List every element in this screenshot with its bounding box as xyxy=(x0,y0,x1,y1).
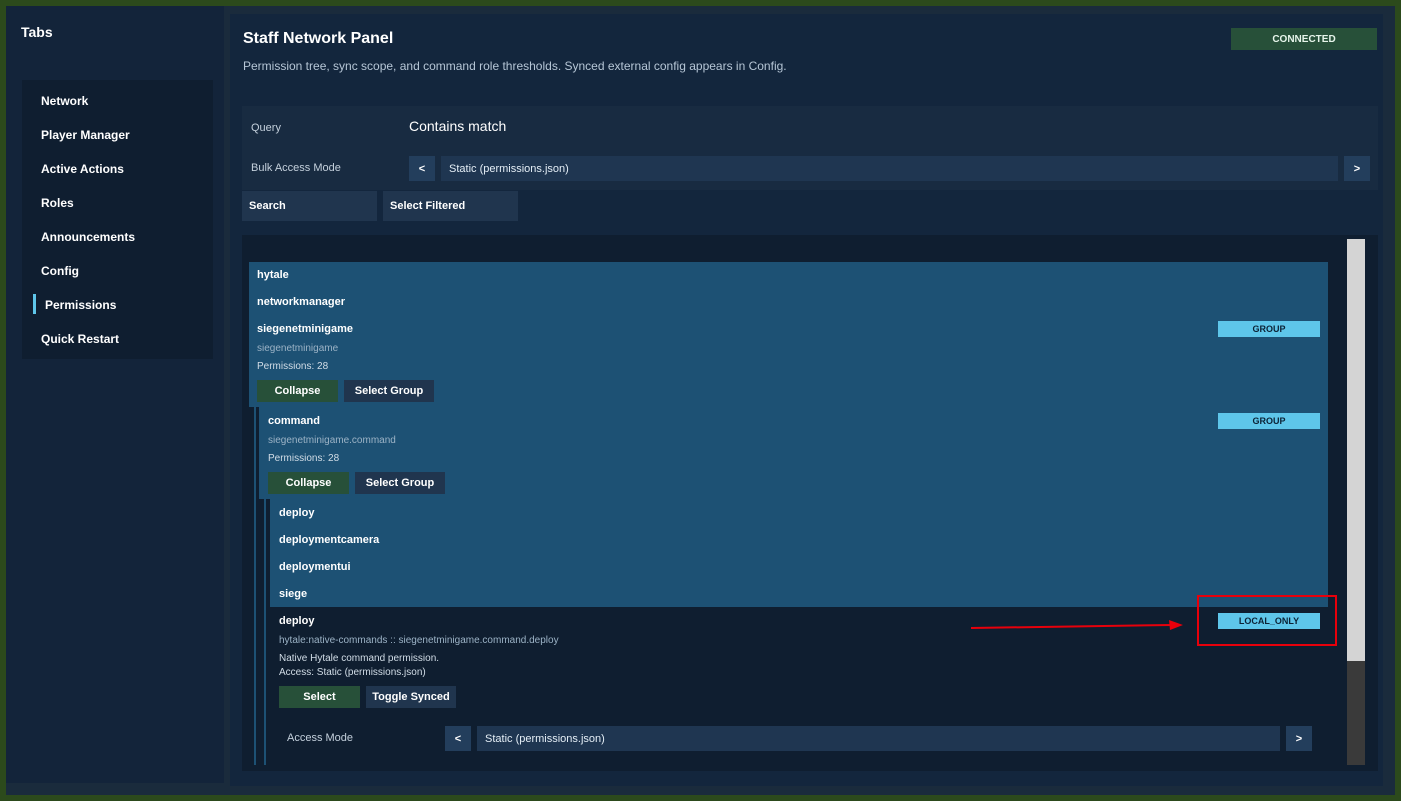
sidebar-nav: Network Player Manager Active Actions Ro… xyxy=(22,80,213,359)
group-permission-count: Permissions: 28 xyxy=(257,361,329,372)
local-only-tag: LOCAL_ONLY xyxy=(1218,613,1320,629)
tree-item-deploymentcamera[interactable]: deploymentcamera xyxy=(279,534,379,546)
group-tag: GROUP xyxy=(1218,413,1320,429)
select-group-button[interactable]: Select Group xyxy=(355,472,445,494)
group-path: siegenetminigame xyxy=(257,343,339,354)
permission-name: deploy xyxy=(279,615,315,627)
select-group-button[interactable]: Select Group xyxy=(344,380,434,402)
toggle-synced-button[interactable]: Toggle Synced xyxy=(366,686,456,708)
app-window: Tabs Network Player Manager Active Actio… xyxy=(6,6,1395,795)
main-panel: Staff Network Panel Permission tree, syn… xyxy=(230,14,1383,786)
query-section: Query Contains match Bulk Access Mode < … xyxy=(242,106,1378,190)
access-mode-select[interactable]: Static (permissions.json) xyxy=(477,726,1280,751)
sidebar-item-permissions[interactable]: Permissions xyxy=(45,298,116,312)
access-mode-next-button[interactable]: > xyxy=(1286,726,1312,751)
sidebar-item-quick-restart[interactable]: Quick Restart xyxy=(41,332,119,346)
active-tab-indicator xyxy=(33,294,36,314)
tree-guide-line xyxy=(264,499,266,765)
sidebar: Tabs Network Player Manager Active Actio… xyxy=(6,6,224,783)
collapse-button[interactable]: Collapse xyxy=(257,380,338,402)
search-button[interactable]: Search xyxy=(242,191,377,221)
sidebar-item-roles[interactable]: Roles xyxy=(41,196,74,210)
permission-tree: hytale networkmanager siegenetminigame s… xyxy=(242,235,1378,771)
group-tag: GROUP xyxy=(1218,321,1320,337)
sidebar-title: Tabs xyxy=(21,24,53,40)
permission-description: Native Hytale command permission. xyxy=(279,653,440,664)
bulk-access-mode-select[interactable]: Static (permissions.json) xyxy=(441,156,1338,181)
select-filtered-button[interactable]: Select Filtered xyxy=(383,191,518,221)
tree-item-deploymentui[interactable]: deploymentui xyxy=(279,561,351,573)
bulk-access-prev-button[interactable]: < xyxy=(409,156,435,181)
select-button[interactable]: Select xyxy=(279,686,360,708)
collapse-button[interactable]: Collapse xyxy=(268,472,349,494)
page-subtitle: Permission tree, sync scope, and command… xyxy=(243,59,787,73)
tree-item-hytale[interactable]: hytale xyxy=(257,269,289,281)
tree-highlight-children xyxy=(270,499,1328,607)
tree-guide-line xyxy=(254,407,256,765)
permission-access: Access: Static (permissions.json) xyxy=(279,667,426,678)
status-badge: CONNECTED xyxy=(1231,28,1377,50)
group-permission-count: Permissions: 28 xyxy=(268,453,340,464)
access-mode-label: Access Mode xyxy=(287,732,354,744)
query-label: Query xyxy=(251,122,281,134)
sidebar-item-player-manager[interactable]: Player Manager xyxy=(41,128,130,142)
access-mode-prev-button[interactable]: < xyxy=(445,726,471,751)
sidebar-item-network[interactable]: Network xyxy=(41,94,88,108)
tree-item-networkmanager[interactable]: networkmanager xyxy=(257,296,345,308)
tree-item-deploy[interactable]: deploy xyxy=(279,507,314,519)
sidebar-item-config[interactable]: Config xyxy=(41,264,79,278)
permission-path: hytale:native-commands :: siegenetminiga… xyxy=(279,635,559,646)
tree-item-siege[interactable]: siege xyxy=(279,588,307,600)
sidebar-item-announcements[interactable]: Announcements xyxy=(41,230,135,244)
bulk-access-next-button[interactable]: > xyxy=(1344,156,1370,181)
page-title: Staff Network Panel xyxy=(243,30,394,47)
tree-scrollbar[interactable] xyxy=(1347,239,1365,765)
sidebar-item-active-actions[interactable]: Active Actions xyxy=(41,162,124,176)
bulk-access-mode-label: Bulk Access Mode xyxy=(251,162,341,174)
query-mode-value[interactable]: Contains match xyxy=(409,118,506,134)
group-name[interactable]: siegenetminigame xyxy=(257,323,353,335)
tree-scrollbar-thumb[interactable] xyxy=(1347,239,1365,661)
group-path: siegenetminigame.command xyxy=(268,435,396,446)
group-name[interactable]: command xyxy=(268,415,320,427)
